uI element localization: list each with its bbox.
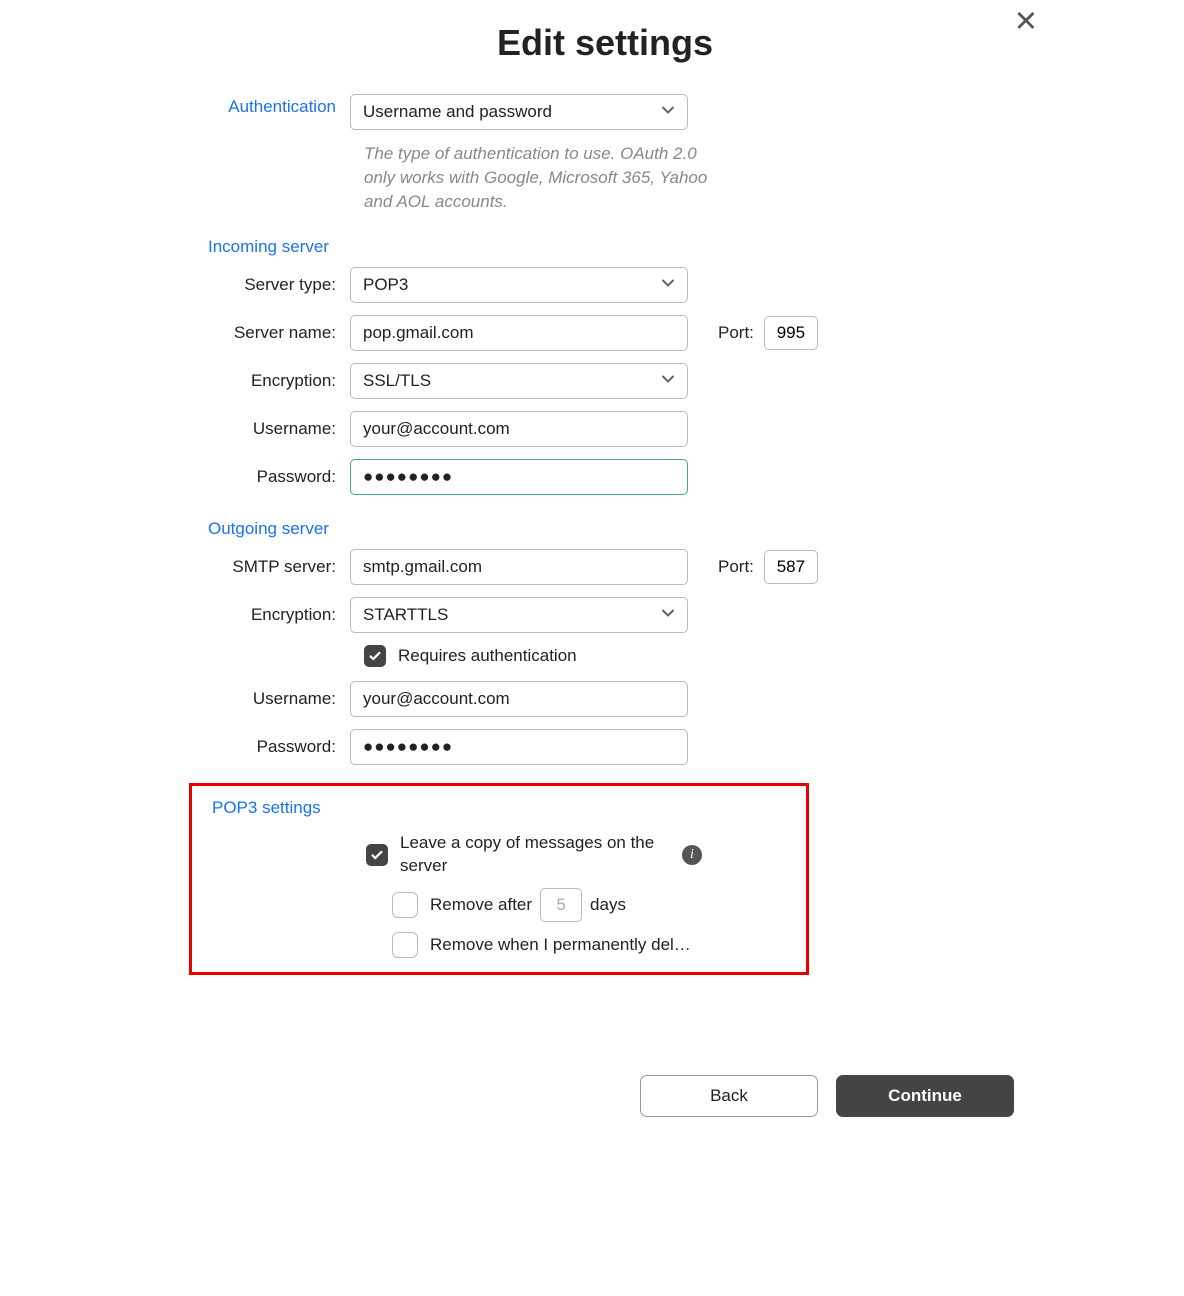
incoming-password-input[interactable]: [350, 459, 688, 495]
remove-after-checkbox[interactable]: [392, 892, 418, 918]
outgoing-password-input[interactable]: [350, 729, 688, 765]
remove-after-suffix: days: [590, 895, 626, 915]
incoming-port-input[interactable]: [764, 316, 818, 350]
authentication-select[interactable]: [350, 94, 688, 130]
leave-copy-label: Leave a copy of messages on the server: [400, 832, 660, 878]
smtp-server-label: SMTP server:: [195, 557, 350, 577]
leave-copy-checkbox[interactable]: [366, 844, 388, 866]
info-icon[interactable]: i: [682, 845, 702, 865]
incoming-encryption-select[interactable]: [350, 363, 688, 399]
remove-after-prefix: Remove after: [430, 895, 532, 915]
incoming-password-label: Password:: [195, 467, 350, 487]
page-title: Edit settings: [175, 22, 1035, 64]
outgoing-port-input[interactable]: [764, 550, 818, 584]
authentication-label: Authentication: [195, 97, 350, 117]
requires-auth-label: Requires authentication: [398, 646, 577, 666]
server-type-label: Server type:: [195, 275, 350, 295]
smtp-server-input[interactable]: [350, 549, 688, 585]
close-icon[interactable]: ✕: [1014, 8, 1038, 37]
pop3-settings-highlight: POP3 settings Leave a copy of messages o…: [189, 783, 809, 975]
server-type-select[interactable]: [350, 267, 688, 303]
outgoing-username-label: Username:: [195, 689, 350, 709]
outgoing-encryption-label: Encryption:: [195, 605, 350, 625]
server-name-label: Server name:: [195, 323, 350, 343]
requires-auth-checkbox[interactable]: [364, 645, 386, 667]
remove-when-delete-checkbox[interactable]: [392, 932, 418, 958]
back-button[interactable]: Back: [640, 1075, 818, 1117]
outgoing-password-label: Password:: [195, 737, 350, 757]
outgoing-port-label: Port:: [718, 557, 754, 577]
incoming-username-input[interactable]: [350, 411, 688, 447]
continue-button[interactable]: Continue: [836, 1075, 1014, 1117]
remove-when-delete-label: Remove when I permanently del…: [430, 935, 691, 955]
outgoing-encryption-select[interactable]: [350, 597, 688, 633]
outgoing-server-heading: Outgoing server: [208, 519, 1035, 539]
remove-after-days-input[interactable]: [540, 888, 582, 922]
outgoing-username-input[interactable]: [350, 681, 688, 717]
incoming-username-label: Username:: [195, 419, 350, 439]
incoming-server-heading: Incoming server: [208, 237, 1035, 257]
authentication-helper-text: The type of authentication to use. OAuth…: [364, 142, 714, 213]
incoming-encryption-label: Encryption:: [195, 371, 350, 391]
incoming-port-label: Port:: [718, 323, 754, 343]
pop3-settings-heading: POP3 settings: [212, 798, 792, 818]
incoming-server-name-input[interactable]: [350, 315, 688, 351]
